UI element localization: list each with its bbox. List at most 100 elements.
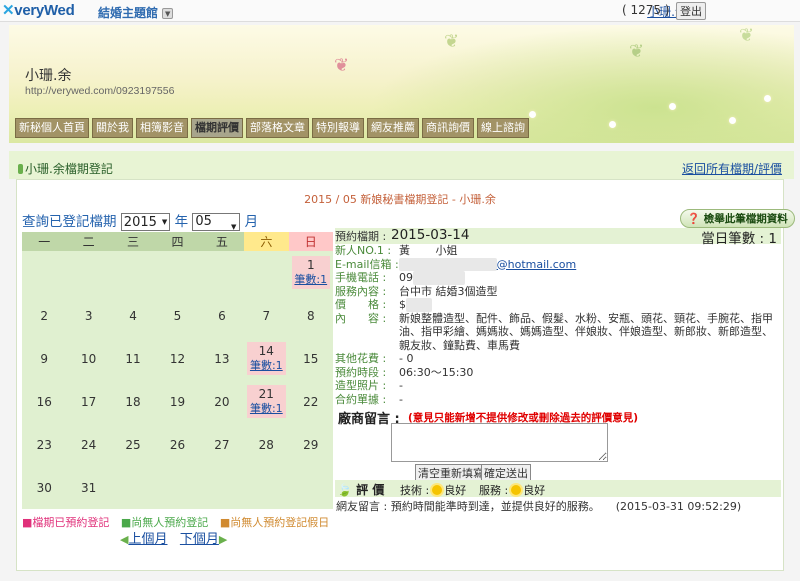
calendar-day: 17 [66, 380, 111, 423]
day-number: 18 [125, 394, 141, 409]
calendar-day: 12 [155, 337, 200, 380]
day-number: 29 [303, 437, 319, 452]
calendar-day [110, 466, 156, 509]
calendar-day: 9 [22, 337, 67, 380]
site-menu[interactable]: 結婚主題館 ▼ [98, 4, 174, 21]
verywed-logo[interactable]: ✕veryWed [2, 1, 75, 19]
flower-icon [669, 103, 676, 110]
calendar-day [66, 251, 111, 294]
calendar-week: 1 筆數:1 [22, 251, 333, 294]
tab-blog[interactable]: 部落格文章 [246, 118, 309, 138]
day-number: 24 [80, 437, 97, 452]
query-label: 查詢已登記檔期 [22, 214, 117, 230]
month-pager: ◀上個月 下個月▶ [120, 528, 227, 547]
butterfly-icon: ❦ [444, 31, 460, 52]
day-number: 22 [303, 394, 319, 409]
vendor-message-input[interactable] [391, 423, 608, 462]
calendar-day: 26 [155, 423, 200, 466]
weekday-fri: 五 [199, 232, 245, 251]
booking-count-link[interactable]: 筆數:1 [250, 359, 283, 372]
booked-day: 1 筆數:1 [291, 256, 330, 289]
tab-consult[interactable]: 線上諮詢 [477, 118, 529, 138]
sun-icon [432, 485, 443, 495]
calendar-week: 2 3 4 5 6 7 8 [22, 294, 333, 337]
day-number: 25 [125, 437, 141, 452]
calendar-day: 29 [288, 423, 333, 466]
tab-album[interactable]: 相簿影音 [136, 118, 188, 138]
detail-row-photo: 造型照片 :- [335, 379, 403, 392]
user-comment: 網友留言 : 預約時間能準時到達，並提供良好的服務。 (2015-03-31 09… [336, 500, 742, 513]
calendar-week: 30 31 [22, 466, 333, 509]
logout-button[interactable]: 登出 [676, 2, 706, 20]
detail-row-other-cost: 其他花費 :- 0 [335, 352, 414, 365]
day-number: 20 [214, 394, 230, 409]
tab-home[interactable]: 新秘個人首頁 [15, 118, 89, 138]
calendar-day: 31 [66, 466, 111, 509]
tab-about[interactable]: 關於我 [92, 118, 133, 138]
query-bar: 查詢已登記檔期 2015 ▼ 年 05 ▼ 月 [22, 210, 258, 231]
flower-icon [764, 95, 771, 102]
section-title: 小珊.余檔期登記 [18, 160, 113, 177]
calendar-day [155, 251, 200, 294]
day-number: 11 [125, 351, 141, 366]
booking-count-link[interactable]: 筆數:1 [250, 402, 283, 415]
calendar-day [199, 466, 245, 509]
month-select[interactable]: 05 ▼ [192, 213, 241, 231]
day-number: 1 [306, 258, 315, 272]
calendar-day: 25 [110, 423, 156, 466]
booking-count-link[interactable]: 筆數:1 [294, 273, 327, 286]
day-number: 9 [40, 351, 49, 366]
chevron-down-icon[interactable]: ▼ [162, 8, 174, 19]
calendar-day: 11 [110, 337, 156, 380]
calendar-day: 19 [155, 380, 200, 423]
email-link[interactable]: @hotmail.com [497, 258, 577, 271]
tab-schedule[interactable]: 檔期評價 [191, 118, 243, 138]
detail-row-contract: 合約單據 :- [335, 392, 403, 406]
day-number: 26 [169, 437, 186, 452]
tab-inquiry[interactable]: 商訊詢價 [422, 118, 474, 138]
day-number: 28 [258, 437, 274, 452]
calendar-day: 24 [66, 423, 111, 466]
weekday-sat: 六 [244, 232, 289, 251]
calendar-day: 23 [22, 423, 67, 466]
calendar-day: 21 筆數:1 [244, 380, 289, 423]
calendar-week: 23 24 25 26 27 28 29 [22, 423, 333, 466]
day-number: 3 [84, 308, 93, 323]
month-unit: 月 [244, 214, 259, 230]
calendar-day: 7 [244, 294, 289, 337]
calendar-day [199, 251, 245, 294]
service-rating: 服務 : 良好 [479, 484, 546, 497]
tab-recommend[interactable]: 網友推薦 [367, 118, 419, 138]
calendar-day [244, 466, 289, 509]
detail-row-time: 預約時段 :06:30～15:30 [335, 365, 474, 379]
back-to-all-link[interactable]: 返回所有檔期/評價 [682, 160, 782, 177]
comment-timestamp: (2015-03-31 09:52:29) [615, 500, 742, 513]
day-number: 8 [306, 308, 315, 323]
day-number: 10 [80, 351, 97, 366]
calendar-day: 5 [155, 294, 200, 337]
calendar-day: 28 [244, 423, 289, 466]
calendar-day [244, 251, 289, 294]
calendar-body: 1 筆數:1 2 3 4 5 6 7 8 9 10 11 12 13 14 筆數:1 15 16 17 18 19 20 2… [22, 251, 333, 509]
legend-free-holiday: ■尚無人預約登記假日 [219, 516, 330, 529]
calendar-week: 16 17 18 19 20 21 筆數:1 22 [22, 380, 333, 423]
day-number: 5 [173, 308, 182, 323]
year-unit: 年 [174, 214, 189, 230]
report-booking-button[interactable]: ❓ 檢舉此筆檔期資料 [680, 209, 795, 228]
year-select[interactable]: 2015 ▼ [120, 213, 171, 231]
flower-icon [609, 121, 616, 128]
next-month-link[interactable]: 下個月 [180, 532, 219, 547]
weekday-thu: 四 [155, 232, 200, 251]
leaf-icon [18, 164, 23, 174]
booking-label: 預約檔期 : [335, 230, 387, 243]
day-number: 4 [129, 308, 137, 323]
prev-month-link[interactable]: 上個月 [128, 532, 167, 547]
calendar-day: 1 筆數:1 [288, 251, 333, 294]
calendar-day: 4 [110, 294, 156, 337]
calendar-day: 16 [22, 380, 67, 423]
tab-report[interactable]: 特別報導 [312, 118, 364, 138]
leaf-icon: 🍃 [337, 483, 352, 497]
calendar-day: 20 [199, 380, 245, 423]
calendar-day: 14 筆數:1 [244, 337, 289, 380]
legend-booked: ■檔期已預約登記 [22, 516, 110, 529]
